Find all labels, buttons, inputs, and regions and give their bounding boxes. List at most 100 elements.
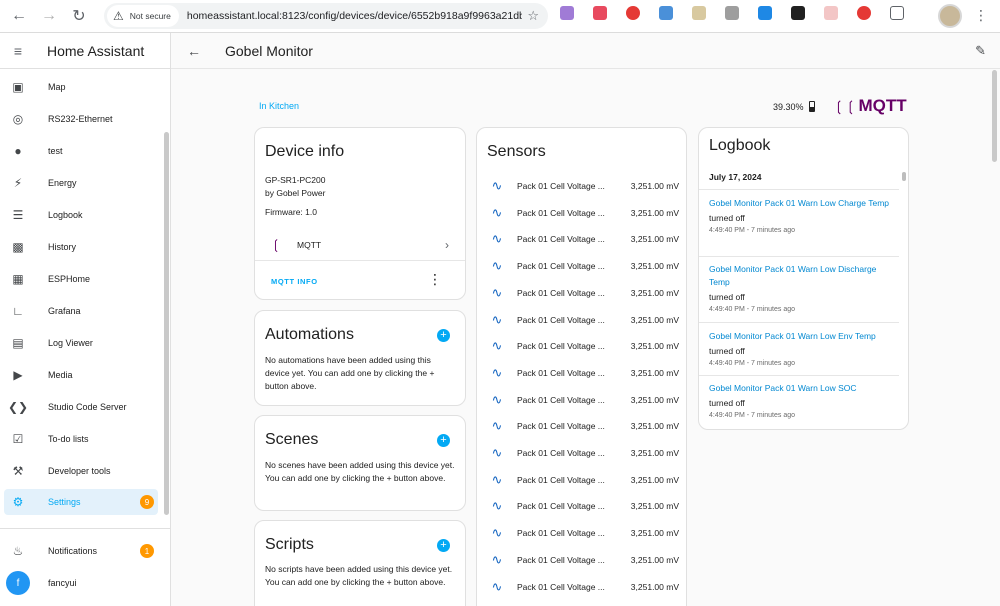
sensor-row[interactable]: ∿ Pack 01 Cell Voltage ... 3,251.00 mV xyxy=(477,200,686,226)
sidebar-item-log-viewer[interactable]: ▤ Log Viewer xyxy=(4,330,158,356)
add-script-button[interactable]: + xyxy=(437,539,450,552)
sensor-row[interactable]: ∿ Pack 01 Cell Voltage ... 3,251.00 mV xyxy=(477,440,686,466)
logbook-divider xyxy=(699,189,899,190)
sensor-row[interactable]: ∿ Pack 01 Cell Voltage ... 3,251.00 mV xyxy=(477,280,686,306)
sidebar-item-label: RS232-Ethernet xyxy=(48,114,113,124)
sidebar-scrollbar[interactable] xyxy=(164,132,169,515)
logbook-entry-state: turned off xyxy=(709,292,745,302)
sidebar-item-esphome[interactable]: ▦ ESPHome xyxy=(4,266,158,292)
sidebar-item-history[interactable]: ▩ History xyxy=(4,234,158,260)
automations-card: Automations + No automations have been a… xyxy=(254,310,466,406)
device-model: GP-SR1-PC200 xyxy=(265,175,326,185)
sine-wave-icon: ∿ xyxy=(491,364,503,380)
sidebar-item-developer-tools[interactable]: ⚒ Developer tools xyxy=(4,458,158,484)
extension-icon[interactable] xyxy=(593,6,607,20)
sensor-row[interactable]: ∿ Pack 01 Cell Voltage ... 3,251.00 mV xyxy=(477,333,686,359)
reload-icon[interactable]: ↻ xyxy=(64,1,94,31)
area-link[interactable]: In Kitchen xyxy=(259,101,299,111)
sensor-value: 3,251.00 mV xyxy=(630,581,679,592)
extension-icon[interactable] xyxy=(824,6,838,20)
sidebar-item-logbook[interactable]: ☰ Logbook xyxy=(4,202,158,228)
extension-icon[interactable] xyxy=(692,6,706,20)
sensor-row[interactable]: ∿ Pack 01 Cell Voltage ... 3,251.00 mV xyxy=(477,387,686,413)
extension-icon[interactable] xyxy=(560,6,574,20)
sensor-name: Pack 01 Cell Voltage ... xyxy=(517,554,605,565)
sidebar-item-media[interactable]: ▶ Media xyxy=(4,362,158,388)
sensor-value: 3,251.00 mV xyxy=(630,554,679,565)
extensions-puzzle-icon[interactable] xyxy=(890,6,904,20)
sidebar-item-energy[interactable]: ⚡ Energy xyxy=(4,170,158,196)
sensor-row[interactable]: ∿ Pack 01 Cell Voltage ... 3,251.00 mV xyxy=(477,360,686,386)
mqtt-logo: ❲❲ MQTT xyxy=(833,96,907,116)
sensor-row[interactable]: ∿ Pack 01 Cell Voltage ... 3,251.00 mV xyxy=(477,253,686,279)
edit-pencil-icon[interactable]: ✎ xyxy=(975,43,986,59)
sidebar-item-label: History xyxy=(48,242,77,252)
sensor-row[interactable]: ∿ Pack 01 Cell Voltage ... 3,251.00 mV xyxy=(477,467,686,493)
sidebar-item-map[interactable]: ▣ Map xyxy=(4,74,158,100)
sensor-row[interactable]: ∿ Pack 01 Cell Voltage ... 3,251.00 mV xyxy=(477,520,686,546)
mqtt-logo-text: MQTT xyxy=(858,96,907,115)
extension-icon[interactable] xyxy=(758,6,772,20)
integration-row[interactable]: ❲ MQTT › xyxy=(255,232,465,258)
sidebar-item-user[interactable]: f fancyui xyxy=(4,570,158,596)
extension-icon[interactable] xyxy=(725,6,739,20)
sidebar-item-studio-code-server[interactable]: ❮❯ Studio Code Server xyxy=(4,394,158,420)
logbook-entry-link[interactable]: Gobel Monitor Pack 01 Warn Low Discharge… xyxy=(709,263,897,289)
security-indicator[interactable]: ⚠ Not secure xyxy=(107,5,179,27)
sidebar-item-notifications[interactable]: ♨ Notifications 1 xyxy=(4,538,158,564)
sine-wave-icon: ∿ xyxy=(491,338,503,354)
sensor-row[interactable]: ∿ Pack 01 Cell Voltage ... 3,251.00 mV xyxy=(477,307,686,333)
url-text[interactable]: homeassistant.local:8123/config/devices/… xyxy=(187,10,522,22)
card-divider xyxy=(255,260,465,261)
extension-icon[interactable] xyxy=(626,6,640,20)
bookmark-star-icon[interactable]: ☆ xyxy=(527,8,539,24)
page-scrollbar[interactable] xyxy=(992,70,997,162)
sensor-row[interactable]: ∿ Pack 01 Cell Voltage ... 3,251.00 mV xyxy=(477,173,686,199)
sensor-row[interactable]: ∿ Pack 01 Cell Voltage ... 3,251.00 mV xyxy=(477,493,686,519)
back-arrow-icon[interactable]: ← xyxy=(171,43,217,59)
extension-icon[interactable] xyxy=(659,6,673,20)
sidebar-item-rs232-ethernet[interactable]: ◎ RS232-Ethernet xyxy=(4,106,158,132)
sensor-value: 3,251.00 mV xyxy=(630,448,679,458)
extension-icon[interactable] xyxy=(791,6,805,20)
sidebar-item-label: Settings xyxy=(48,497,81,507)
address-bar[interactable]: ⚠ Not secure homeassistant.local:8123/co… xyxy=(104,3,548,29)
sine-wave-icon: ∿ xyxy=(491,311,503,327)
menu-icon[interactable]: ≡ xyxy=(0,43,36,59)
sensor-name: Pack 01 Cell Voltage ... xyxy=(517,581,605,592)
chevron-right-icon: › xyxy=(445,238,449,252)
sidebar-item-label: Log Viewer xyxy=(48,338,93,348)
sensor-row[interactable]: ∿ Pack 01 Cell Voltage ... 3,251.00 mV xyxy=(477,547,686,573)
sensor-value: 3,251.00 mV xyxy=(630,341,679,352)
mqtt-logo-icon: ❲❲ xyxy=(833,97,857,114)
logbook-scrollbar[interactable] xyxy=(902,172,906,181)
add-scene-button[interactable]: + xyxy=(437,434,450,447)
more-options-icon[interactable]: ⋮ xyxy=(428,271,442,288)
profile-avatar[interactable] xyxy=(938,4,962,28)
sidebar-item-to-do-lists[interactable]: ☑ To-do lists xyxy=(4,426,158,452)
list-icon: ☰ xyxy=(12,208,24,222)
add-automation-button[interactable]: + xyxy=(437,329,450,342)
battery-status: 39.30% xyxy=(773,101,815,112)
extension-icon[interactable] xyxy=(857,6,871,20)
sidebar-item-label: To-do lists xyxy=(48,434,89,444)
sensor-row[interactable]: ∿ Pack 01 Cell Voltage ... 3,251.00 mV xyxy=(477,413,686,439)
forward-icon[interactable]: → xyxy=(34,1,64,31)
sidebar-item-grafana[interactable]: ∟ Grafana xyxy=(4,298,158,324)
logbook-entry-link[interactable]: Gobel Monitor Pack 01 Warn Low Charge Te… xyxy=(709,197,897,210)
sine-wave-icon: ∿ xyxy=(491,418,503,434)
device-manufacturer: by Gobel Power xyxy=(265,188,326,198)
sensor-row[interactable]: ∿ Pack 01 Cell Voltage ... 3,251.00 mV xyxy=(477,574,686,600)
mqtt-info-button[interactable]: MQTT INFO xyxy=(271,277,318,286)
notifications-badge: 1 xyxy=(140,544,154,558)
sidebar-item-settings[interactable]: ⚙ Settings 9 xyxy=(4,489,158,515)
logbook-entry-link[interactable]: Gobel Monitor Pack 01 Warn Low Env Temp xyxy=(709,330,897,343)
sidebar-item-test[interactable]: ● test xyxy=(4,138,158,164)
browser-menu-icon[interactable]: ⋮ xyxy=(974,7,988,24)
logbook-entry: Gobel Monitor Pack 01 Warn Low SOC turne… xyxy=(709,382,897,419)
sensor-name: Pack 01 Cell Voltage ... xyxy=(517,528,605,539)
back-icon[interactable]: ← xyxy=(4,1,34,31)
logbook-entry-link[interactable]: Gobel Monitor Pack 01 Warn Low SOC xyxy=(709,382,897,395)
sensor-row[interactable]: ∿ Pack 01 Cell Voltage ... 3,251.00 mV xyxy=(477,226,686,252)
device-info-card: Device info GP-SR1-PC200 by Gobel Power … xyxy=(254,127,466,300)
